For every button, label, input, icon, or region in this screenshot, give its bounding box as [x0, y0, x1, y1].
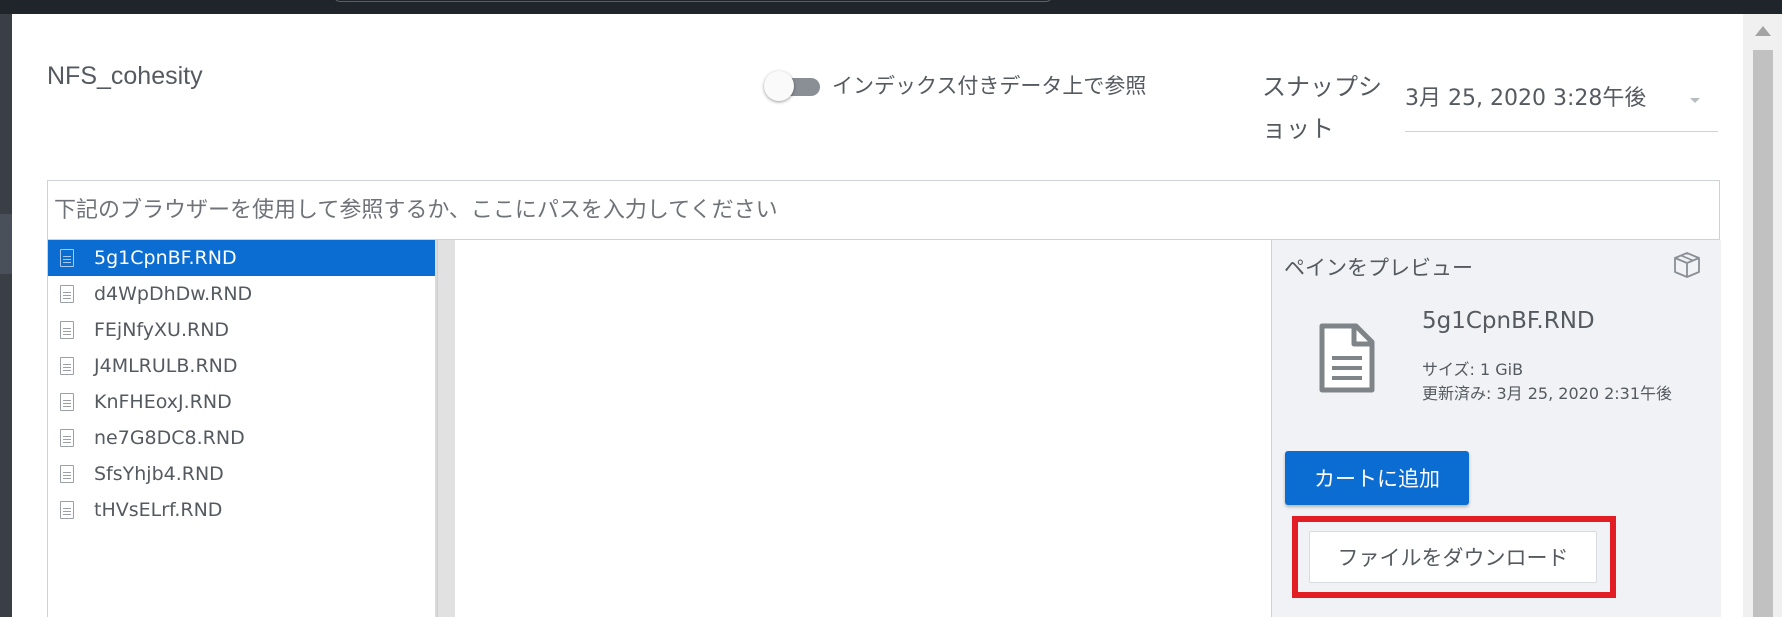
file-list-item[interactable]: SfsYhjb4.RND	[48, 456, 435, 492]
file-list-item[interactable]: KnFHEoxJ.RND	[48, 384, 435, 420]
file-icon	[60, 285, 74, 303]
column-scrollbar-thumb[interactable]	[437, 240, 455, 617]
download-file-button[interactable]: ファイルをダウンロード	[1309, 531, 1597, 583]
backdrop	[0, 14, 12, 617]
file-icon	[60, 501, 74, 519]
file-name: J4MLRULB.RND	[94, 355, 238, 377]
page-scrollbar-thumb[interactable]	[1753, 50, 1773, 617]
indexed-data-toggle[interactable]	[764, 70, 824, 101]
preview-file-size: サイズ: 1 GiB	[1422, 360, 1524, 379]
file-list-item[interactable]: 5g1CpnBF.RND	[48, 240, 435, 276]
file-name: ne7G8DC8.RND	[94, 427, 245, 449]
file-icon	[60, 429, 74, 447]
indexed-data-toggle-label: インデックス付きデータ上で参照	[832, 74, 1147, 98]
backdrop-strip	[0, 214, 12, 274]
file-icon	[60, 357, 74, 375]
browser-top-bar	[0, 0, 1782, 14]
preview-file-name: 5g1CpnBF.RND	[1422, 308, 1595, 334]
box-icon[interactable]	[1672, 250, 1702, 280]
file-list-item[interactable]: tHVsELrf.RND	[48, 492, 435, 528]
document-icon	[1319, 323, 1375, 393]
scroll-up-arrow-icon[interactable]	[1755, 26, 1771, 36]
snapshot-label: スナップショット	[1262, 73, 1382, 143]
path-input[interactable]	[47, 180, 1720, 240]
browse-dialog: NFS_cohesity インデックス付きデータ上で参照 スナップショット 3月…	[12, 14, 1743, 617]
file-name: FEjNfyXU.RND	[94, 319, 230, 341]
file-list-item[interactable]: J4MLRULB.RND	[48, 348, 435, 384]
file-name: SfsYhjb4.RND	[94, 463, 224, 485]
file-icon	[60, 249, 74, 267]
file-name: d4WpDhDw.RND	[94, 283, 253, 305]
file-icon	[60, 465, 74, 483]
toggle-knob	[764, 71, 794, 101]
chevron-down-icon	[1690, 98, 1700, 103]
add-to-cart-button[interactable]: カートに追加	[1285, 451, 1469, 505]
file-list-item[interactable]: FEjNfyXU.RND	[48, 312, 435, 348]
file-list-item[interactable]: d4WpDhDw.RND	[48, 276, 435, 312]
column-scrollbar[interactable]	[435, 240, 455, 617]
snapshot-select[interactable]: 3月 25, 2020 3:28午後	[1405, 70, 1718, 132]
file-browser: 5g1CpnBF.RND d4WpDhDw.RND FEjNfyXU.RND J…	[47, 240, 1721, 617]
preview-pane: ペインをプレビュー 5g1CpnBF.RND サイズ: 1 GiB 更新済み: …	[1271, 240, 1721, 617]
file-name: KnFHEoxJ.RND	[94, 391, 232, 413]
preview-file-meta: サイズ: 1 GiB 更新済み: 3月 25, 2020 2:31午後	[1422, 358, 1672, 406]
preview-file-modified: 更新済み: 3月 25, 2020 2:31午後	[1422, 384, 1673, 403]
page-scrollbar[interactable]	[1743, 14, 1782, 617]
snapshot-value: 3月 25, 2020 3:28午後	[1405, 86, 1647, 111]
file-icon	[60, 321, 74, 339]
preview-pane-title: ペインをプレビュー	[1284, 256, 1473, 280]
file-list-item[interactable]: ne7G8DC8.RND	[48, 420, 435, 456]
file-name: 5g1CpnBF.RND	[94, 247, 237, 269]
file-icon	[60, 393, 74, 411]
file-name: tHVsELrf.RND	[94, 499, 223, 521]
dialog-title: NFS_cohesity	[47, 62, 203, 90]
file-list: 5g1CpnBF.RND d4WpDhDw.RND FEjNfyXU.RND J…	[48, 240, 435, 617]
address-bar-edge	[334, 0, 1052, 2]
